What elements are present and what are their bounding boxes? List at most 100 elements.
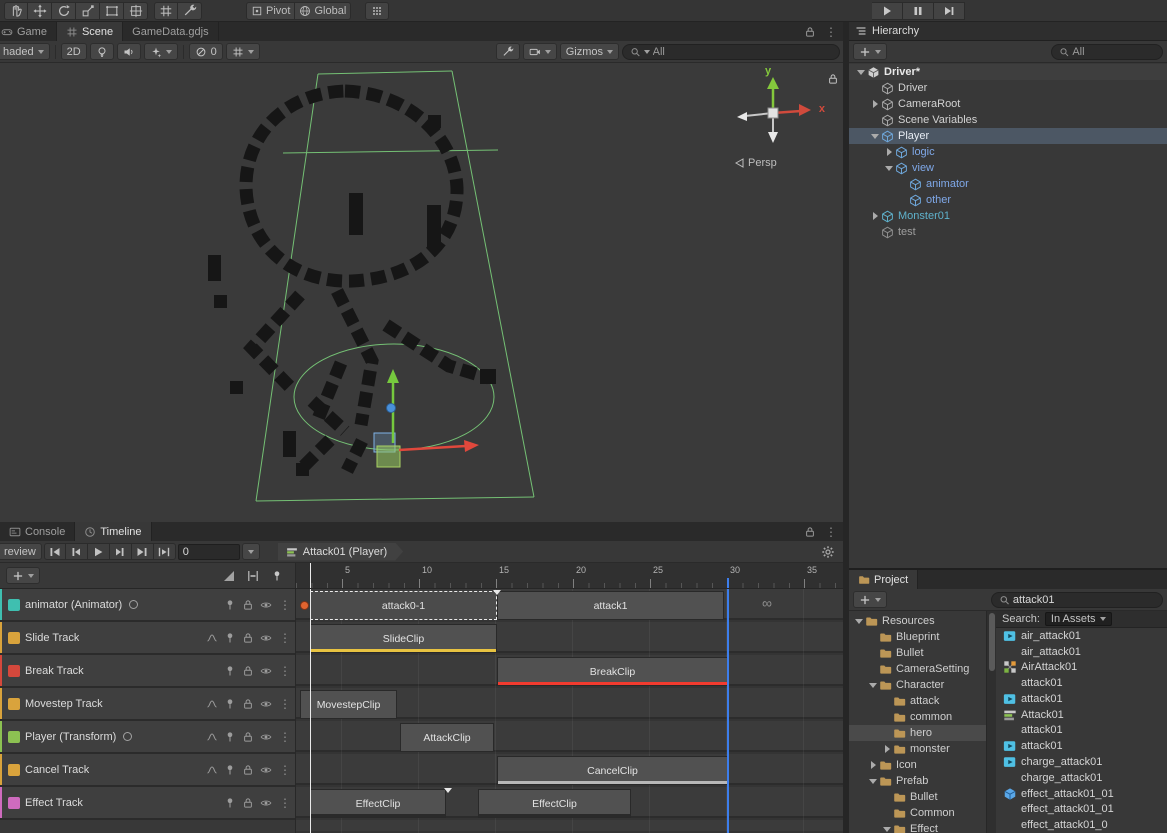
track-movestep[interactable]: Movestep Track (0, 688, 295, 721)
lock-icon[interactable] (242, 599, 254, 611)
track-break[interactable]: Break Track (0, 655, 295, 688)
lock-icon[interactable] (242, 764, 254, 776)
translate-gizmo[interactable] (387, 369, 480, 452)
result-item[interactable]: attack01 (996, 723, 1167, 739)
curve-icon[interactable] (206, 731, 218, 743)
pin-icon[interactable] (224, 731, 236, 743)
foldout-arrow[interactable] (867, 775, 879, 787)
track-menu-button[interactable] (279, 697, 291, 711)
go-to-start-button[interactable] (44, 543, 66, 560)
playhead[interactable] (310, 563, 311, 588)
track-menu-button[interactable] (279, 598, 291, 612)
folder-prefab[interactable]: Prefab (849, 773, 986, 789)
result-item[interactable]: attack01 (996, 691, 1167, 707)
result-item[interactable]: attack01 (996, 738, 1167, 754)
folder-prefab-effect[interactable]: Effect (849, 821, 986, 833)
previous-frame-button[interactable] (66, 543, 88, 560)
pin-icon[interactable] (224, 632, 236, 644)
lock-icon[interactable] (804, 526, 816, 538)
step-button[interactable] (934, 2, 965, 20)
hierarchy-item-monster01[interactable]: Monster01 (849, 208, 1167, 224)
camera-settings-dropdown[interactable] (523, 43, 557, 60)
lock-icon[interactable] (242, 698, 254, 710)
curve-icon[interactable] (206, 632, 218, 644)
grid-tool-button[interactable] (154, 2, 178, 20)
scrollbar-thumb[interactable] (989, 613, 995, 671)
effects-dropdown[interactable] (144, 43, 178, 60)
result-item[interactable]: AirAttack01 (996, 660, 1167, 676)
view-lock-icon[interactable] (827, 73, 839, 85)
pin-icon[interactable] (224, 665, 236, 677)
create-object-button[interactable] (853, 43, 887, 60)
hierarchy-item-cameraroot[interactable]: CameraRoot (849, 96, 1167, 112)
eye-icon[interactable] (260, 665, 272, 677)
foldout-arrow[interactable] (883, 162, 895, 174)
clip-effectclip-1[interactable]: EffectClip (310, 789, 446, 818)
tab-scene[interactable]: Scene (57, 22, 123, 41)
scene-search[interactable] (622, 44, 840, 60)
result-item[interactable]: air_attack01 (996, 644, 1167, 660)
hierarchy-item-player[interactable]: Player (849, 128, 1167, 144)
tab-project[interactable]: Project (849, 570, 918, 589)
clip-movestepclip[interactable]: MovestepClip (300, 690, 397, 719)
folder-hero[interactable]: hero (849, 725, 986, 741)
shading-mode-dropdown[interactable]: haded (0, 43, 50, 60)
result-item[interactable]: charge_attack01 (996, 770, 1167, 786)
frame-unit-dropdown[interactable] (242, 543, 260, 560)
scale-tool-button[interactable] (76, 2, 100, 20)
foldout-arrow[interactable] (867, 759, 879, 771)
folder-camerasetting[interactable]: CameraSetting (849, 661, 986, 677)
hierarchy-item-animator[interactable]: animator (849, 176, 1167, 192)
playhead[interactable] (310, 589, 311, 833)
foldout-arrow[interactable] (869, 210, 881, 222)
result-item[interactable]: effect_attack01_01 (996, 801, 1167, 817)
transform-tool-button[interactable] (124, 2, 148, 20)
hidden-objects-toggle[interactable]: 0 (189, 43, 223, 60)
eye-icon[interactable] (260, 764, 272, 776)
eye-icon[interactable] (260, 797, 272, 809)
clip-effectclip-2[interactable]: EffectClip (478, 789, 631, 818)
folder-tree-scrollbar[interactable] (986, 611, 996, 833)
pin-icon[interactable] (224, 698, 236, 710)
lock-icon[interactable] (242, 797, 254, 809)
track-slide[interactable]: Slide Track (0, 622, 295, 655)
hierarchy-item-driver-scene[interactable]: Driver* (849, 64, 1167, 80)
clip-attackclip[interactable]: AttackClip (400, 723, 494, 752)
search-scope-dropdown[interactable]: In Assets (1045, 612, 1112, 626)
create-asset-button[interactable] (853, 591, 887, 608)
lock-icon[interactable] (804, 26, 816, 38)
clip-attack1[interactable]: attack1 (497, 591, 724, 620)
hand-tool-button[interactable] (4, 2, 28, 20)
rotate-tool-button[interactable] (52, 2, 76, 20)
marker-toggle[interactable] (271, 570, 283, 582)
curve-icon[interactable] (206, 698, 218, 710)
rect-tool-button[interactable] (100, 2, 124, 20)
folder-common[interactable]: common (849, 709, 986, 725)
track-animator[interactable]: animator (Animator) (0, 589, 295, 622)
2d-toggle-button[interactable]: 2D (61, 43, 87, 60)
orientation-gizmo[interactable]: y x Persp (721, 69, 825, 181)
folder-prefab-common[interactable]: Common (849, 805, 986, 821)
track-menu-button[interactable] (279, 763, 291, 777)
frame-field[interactable] (178, 544, 240, 560)
custom-tools-button[interactable] (178, 2, 202, 20)
overlay-tools-button[interactable] (496, 43, 520, 60)
panel-menu-button[interactable] (825, 525, 837, 539)
clip-edit-mode-toggle[interactable] (247, 570, 259, 582)
tab-gamedata[interactable]: GameData.gdjs (123, 22, 218, 41)
project-search-input[interactable] (1013, 594, 1155, 606)
audio-toggle-button[interactable] (117, 43, 141, 60)
foldout-arrow[interactable] (855, 66, 867, 78)
next-frame-button[interactable] (110, 543, 132, 560)
add-track-button[interactable] (6, 567, 40, 584)
foldout-arrow[interactable] (881, 823, 893, 833)
result-item[interactable]: effect_attack01_01 (996, 786, 1167, 802)
track-menu-button[interactable] (279, 664, 291, 678)
hierarchy-item-logic[interactable]: logic (849, 144, 1167, 160)
eye-icon[interactable] (260, 632, 272, 644)
grid-snap-button[interactable] (365, 2, 389, 20)
foldout-arrow[interactable] (867, 679, 879, 691)
hierarchy-item-other[interactable]: other (849, 192, 1167, 208)
result-item[interactable]: air_attack01 (996, 628, 1167, 644)
hierarchy-item-driver[interactable]: Driver (849, 80, 1167, 96)
